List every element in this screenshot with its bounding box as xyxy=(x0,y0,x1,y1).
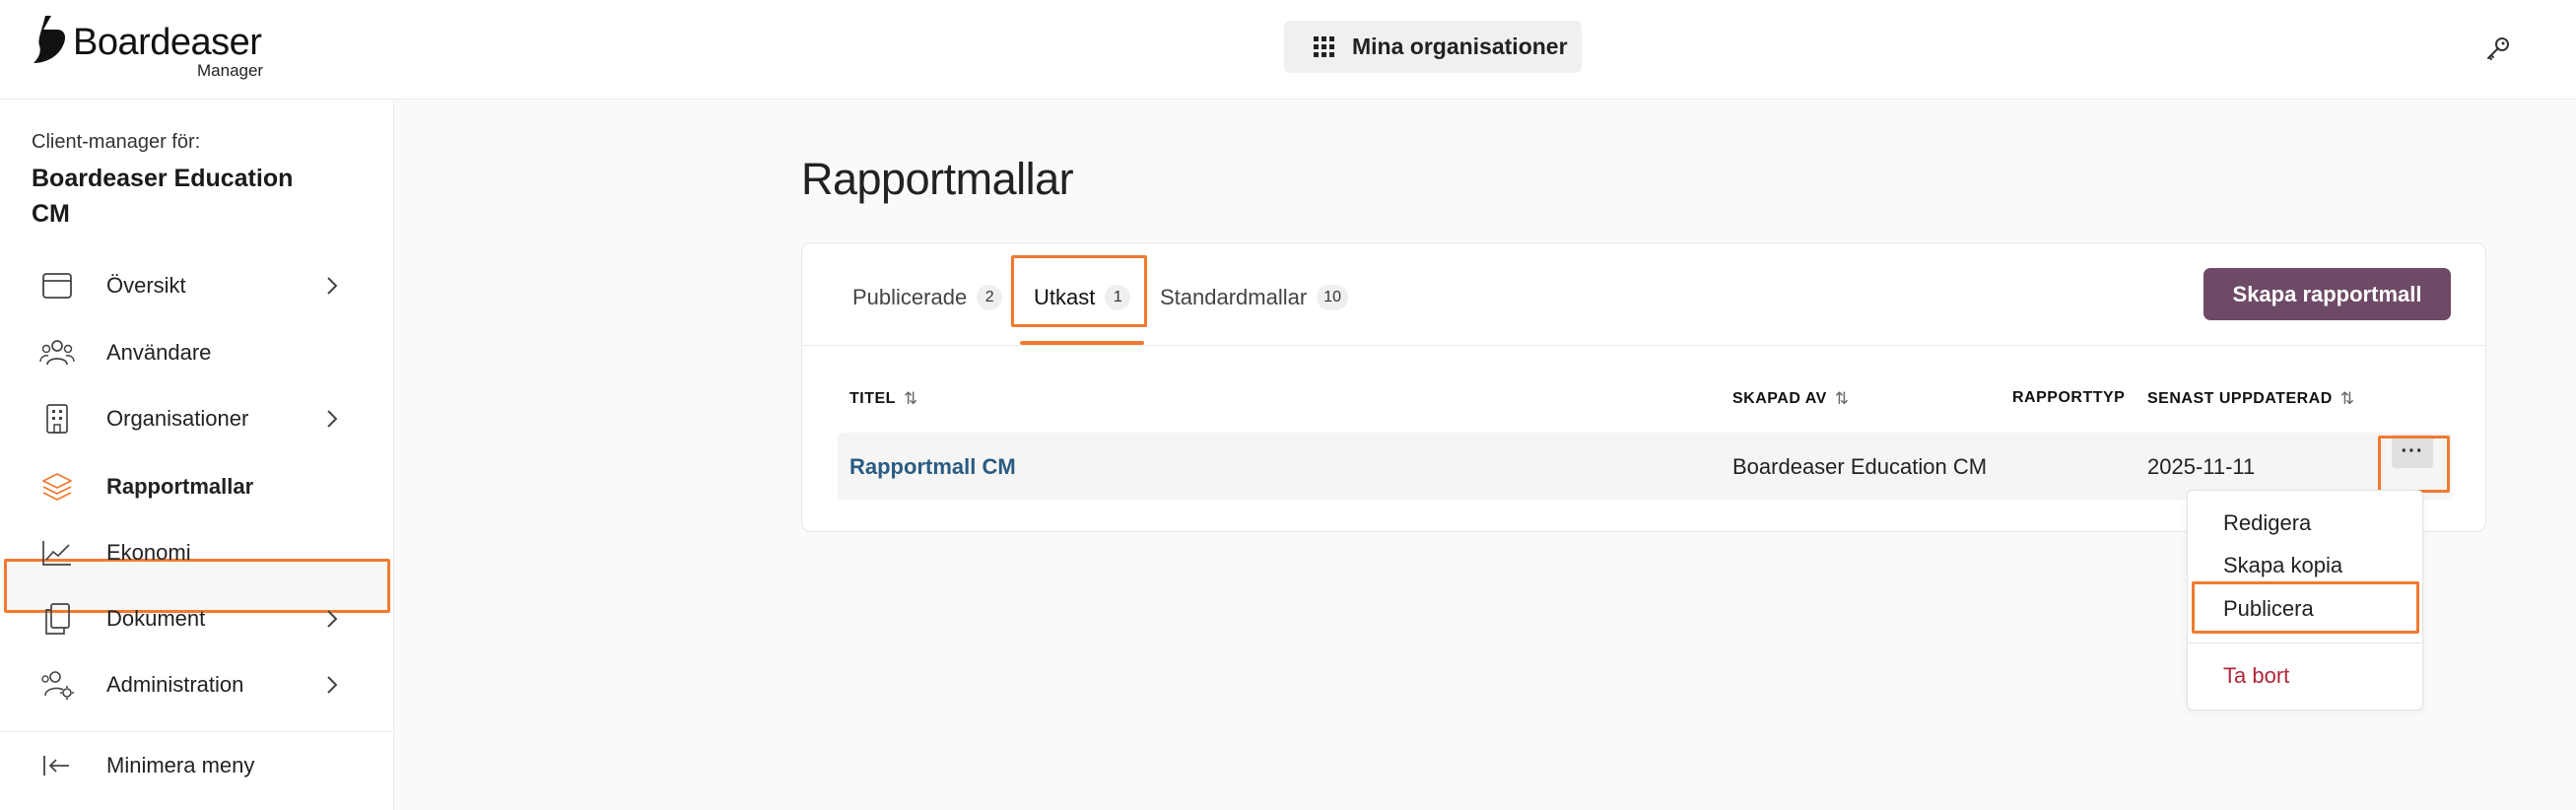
grid-icon xyxy=(1314,36,1334,57)
client-manager-label: Client-manager för: xyxy=(32,131,201,153)
minimize-menu-button[interactable]: Minimera meny xyxy=(0,738,394,793)
collapse-left-icon xyxy=(39,748,75,783)
active-tab-highlight xyxy=(1011,255,1147,327)
tabs-bar: Publicerade 2 Utkast 1 Standardmallar 10… xyxy=(802,243,2485,346)
sidebar-item-label: Organisationer xyxy=(106,406,249,431)
sidebar-item-rapportmallar[interactable]: Rapportmallar xyxy=(0,459,394,514)
column-header-updated[interactable]: SENAST UPPDATERAD ⇅ xyxy=(2147,389,2355,409)
minimize-menu-label: Minimera meny xyxy=(106,753,255,777)
sidebar-item-label: Ekonomi xyxy=(106,540,191,565)
calendar-window-icon xyxy=(39,268,75,304)
tab-count-badge: 10 xyxy=(1317,285,1348,310)
menu-item-skapa-kopia[interactable]: Skapa kopia xyxy=(2223,553,2342,578)
top-bar: Boardeaser Manager Mina organisationer xyxy=(0,0,2576,100)
template-title-link[interactable]: Rapportmall CM xyxy=(849,454,1016,480)
tab-count-badge: 2 xyxy=(977,285,1003,310)
create-report-template-button[interactable]: Skapa rapportmall xyxy=(2203,268,2451,320)
column-header-title[interactable]: TITEL ⇅ xyxy=(849,389,918,409)
tab-publicerade[interactable]: Publicerade 2 xyxy=(852,281,1003,314)
boardeaser-logo[interactable]: Boardeaser Manager xyxy=(30,16,286,81)
users-gear-icon xyxy=(39,667,75,703)
column-header-label: SENAST UPPDATERAD xyxy=(2147,390,2333,407)
sidebar-item-ekonomi[interactable]: Ekonomi xyxy=(0,525,394,580)
sidebar-item-label: Dokument xyxy=(106,606,206,631)
sort-icon: ⇅ xyxy=(2339,389,2355,408)
my-organizations-button[interactable]: Mina organisationer xyxy=(1284,21,1582,73)
report-templates-card: Publicerade 2 Utkast 1 Standardmallar 10… xyxy=(801,242,2486,532)
sidebar: Client-manager för: Boardeaser Education… xyxy=(0,100,394,810)
client-manager-name: Boardeaser Education CM xyxy=(32,165,294,228)
my-organizations-label: Mina organisationer xyxy=(1352,34,1568,59)
sort-icon: ⇅ xyxy=(903,389,918,408)
key-icon[interactable] xyxy=(2483,34,2513,63)
sidebar-item-anvandare[interactable]: Användare xyxy=(0,325,394,380)
sidebar-item-organisationer[interactable]: Organisationer xyxy=(0,391,394,446)
sidebar-item-label: Administration xyxy=(106,672,244,697)
documents-icon xyxy=(39,601,75,637)
logo-text: Boardeaser xyxy=(73,22,262,63)
sidebar-item-oversikt[interactable]: Översikt xyxy=(0,258,394,313)
menu-item-redigera[interactable]: Redigera xyxy=(2223,510,2311,536)
sidebar-divider xyxy=(0,731,394,732)
column-header-report-type: RAPPORTTYP xyxy=(2012,389,2125,407)
created-by-cell: Boardeaser Education CM xyxy=(1732,454,1988,479)
layers-icon xyxy=(39,469,75,505)
sidebar-item-label: Rapportmallar xyxy=(106,474,254,499)
chevron-right-icon xyxy=(327,676,338,694)
chevron-right-icon xyxy=(327,277,338,295)
users-icon xyxy=(39,335,75,371)
sidebar-item-administration[interactable]: Administration xyxy=(0,657,394,712)
more-button-highlight xyxy=(2378,436,2450,493)
active-tab-underline xyxy=(1020,341,1144,345)
column-header-label: SKAPAD AV xyxy=(1732,390,1827,407)
sort-icon: ⇅ xyxy=(1834,389,1850,408)
page-title: Rapportmallar xyxy=(801,154,1074,204)
menu-item-ta-bort[interactable]: Ta bort xyxy=(2223,663,2289,689)
sidebar-item-dokument[interactable]: Dokument xyxy=(0,591,394,646)
logo-subtext: Manager xyxy=(197,61,264,80)
publish-item-highlight xyxy=(2192,581,2419,634)
column-header-created-by[interactable]: SKAPAD AV ⇅ xyxy=(1732,389,1850,409)
logo-mark-icon xyxy=(34,16,65,63)
column-header-label: RAPPORTTYP xyxy=(2012,389,2126,406)
tab-label: Publicerade xyxy=(852,285,968,309)
line-chart-icon xyxy=(39,535,75,571)
menu-divider xyxy=(2188,642,2422,643)
updated-date-cell: 2025-11-11 xyxy=(2147,454,2256,479)
tab-label: Standardmallar xyxy=(1160,285,1308,309)
column-header-label: TITEL xyxy=(849,390,896,407)
sidebar-item-label: Översikt xyxy=(106,273,186,298)
building-icon xyxy=(39,401,75,437)
chevron-right-icon xyxy=(327,610,338,628)
chevron-right-icon xyxy=(327,410,338,428)
tab-standardmallar[interactable]: Standardmallar 10 xyxy=(1160,281,1348,314)
sidebar-item-label: Användare xyxy=(106,340,212,365)
